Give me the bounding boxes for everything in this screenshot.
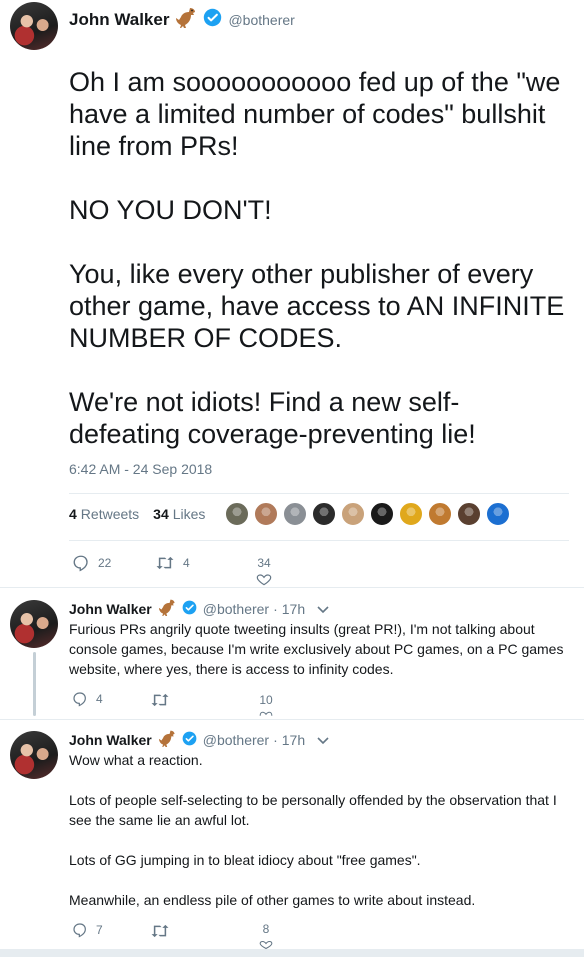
heart-icon bbox=[256, 574, 272, 586]
like-count: 8 bbox=[262, 922, 270, 936]
tweet-time[interactable]: 17h bbox=[282, 601, 305, 617]
separator: · bbox=[273, 600, 278, 617]
divider bbox=[69, 493, 569, 494]
chevron-down-icon[interactable] bbox=[317, 601, 329, 617]
author-name[interactable]: John Walker bbox=[69, 601, 152, 617]
liker-avatar[interactable] bbox=[254, 502, 278, 526]
avatar[interactable] bbox=[10, 731, 58, 779]
tweet-stats: 4 Retweets 34 Likes bbox=[69, 506, 205, 522]
reply-count: 22 bbox=[98, 556, 112, 570]
divider bbox=[0, 719, 584, 720]
like-count: 34 bbox=[257, 556, 271, 570]
tweet-text: Wow what a reaction. Lots of people self… bbox=[69, 752, 557, 908]
tweet-timestamp[interactable]: 6:42 AM - 24 Sep 2018 bbox=[69, 461, 212, 477]
divider bbox=[0, 587, 584, 588]
liker-avatar[interactable] bbox=[283, 502, 307, 526]
retweet-icon bbox=[156, 556, 174, 570]
likes-count[interactable]: 34 bbox=[153, 506, 169, 522]
reply-icon bbox=[73, 692, 86, 707]
tweet-text: Oh I am sooooooooooo fed up of the "we h… bbox=[69, 67, 565, 449]
retweets-label[interactable]: Retweets bbox=[81, 506, 139, 522]
like-button[interactable]: 8 bbox=[259, 922, 273, 950]
reply-icon bbox=[73, 555, 88, 572]
divider bbox=[69, 540, 569, 541]
liker-avatar[interactable] bbox=[399, 502, 423, 526]
retweets-count[interactable]: 4 bbox=[69, 506, 77, 522]
author-name[interactable]: John Walker bbox=[69, 10, 169, 30]
likers-avatars bbox=[225, 502, 515, 526]
liker-avatar[interactable] bbox=[370, 502, 394, 526]
tweet-text: Furious PRs angrily quote tweeting insul… bbox=[69, 621, 568, 677]
liker-avatar[interactable] bbox=[312, 502, 336, 526]
reply-icon bbox=[73, 923, 86, 938]
liker-avatar[interactable] bbox=[341, 502, 365, 526]
retweet-icon bbox=[151, 693, 169, 707]
retweet-icon bbox=[151, 924, 169, 938]
reply-count: 4 bbox=[96, 692, 103, 706]
tweet-header: John Walker @botherer · 17h bbox=[69, 598, 329, 619]
liker-avatar[interactable] bbox=[225, 502, 249, 526]
verified-badge-icon bbox=[182, 600, 197, 618]
author-name[interactable]: John Walker bbox=[69, 732, 152, 748]
liker-avatar[interactable] bbox=[457, 502, 481, 526]
dinosaur-icon bbox=[175, 6, 199, 33]
retweet-count: 4 bbox=[183, 556, 190, 570]
like-button[interactable]: 34 bbox=[256, 556, 272, 586]
liker-avatar[interactable] bbox=[428, 502, 452, 526]
reply-button[interactable]: 4 bbox=[72, 691, 103, 707]
tweet-header: John Walker @botherer bbox=[69, 6, 295, 33]
reply-button[interactable]: 22 bbox=[72, 554, 111, 572]
retweet-button[interactable]: 4 bbox=[155, 554, 190, 572]
dinosaur-icon bbox=[158, 729, 178, 750]
likes-label[interactable]: Likes bbox=[173, 506, 206, 522]
reply-count: 7 bbox=[96, 923, 103, 937]
author-handle[interactable]: @botherer bbox=[203, 732, 269, 748]
chevron-down-icon[interactable] bbox=[317, 732, 329, 748]
dinosaur-icon bbox=[158, 598, 178, 619]
author-handle[interactable]: @botherer bbox=[203, 601, 269, 617]
verified-badge-icon bbox=[203, 8, 222, 32]
avatar[interactable] bbox=[10, 600, 58, 648]
tweet-header: John Walker @botherer · 17h bbox=[69, 729, 329, 750]
like-count: 10 bbox=[259, 693, 273, 707]
bottom-divider bbox=[0, 949, 584, 957]
reply-button[interactable]: 7 bbox=[72, 922, 103, 938]
verified-badge-icon bbox=[182, 731, 197, 749]
like-button[interactable]: 10 bbox=[259, 693, 273, 717]
heart-icon bbox=[259, 711, 273, 716]
avatar[interactable] bbox=[10, 2, 58, 50]
liker-avatar[interactable] bbox=[486, 502, 510, 526]
tweet-time[interactable]: 17h bbox=[282, 732, 305, 748]
author-handle[interactable]: @botherer bbox=[228, 12, 294, 28]
separator: · bbox=[273, 731, 278, 748]
thread-line bbox=[33, 652, 36, 716]
retweet-button[interactable] bbox=[150, 923, 170, 939]
retweet-button[interactable] bbox=[150, 692, 170, 708]
